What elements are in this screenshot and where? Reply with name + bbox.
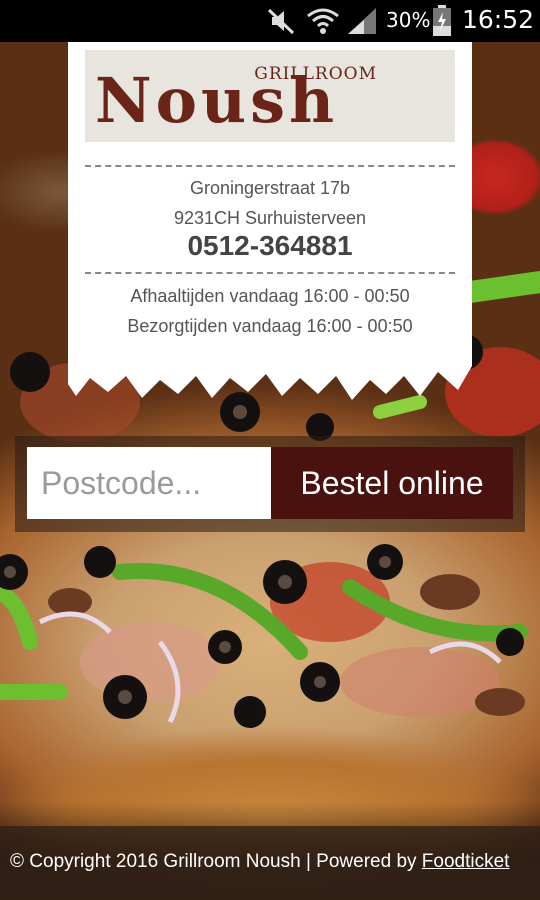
copyright-text: © Copyright 2016 Grillroom Noush | Power… [10, 851, 422, 872]
battery-icon [433, 5, 451, 36]
wifi-icon [307, 8, 339, 34]
divider [85, 165, 455, 167]
postcode-input[interactable] [27, 447, 271, 519]
card-zigzag-edge [68, 350, 472, 400]
restaurant-info-card: GRILLROOM Noush Groningerstraat 17b 9231… [68, 42, 472, 352]
app-screen: 30% 16:52 GRILLROOM Noush Groningerstraa… [0, 0, 540, 900]
battery-percent: 30% [386, 8, 431, 32]
clock: 16:52 [462, 5, 535, 34]
phone-number[interactable]: 0512-364881 [68, 230, 472, 262]
footer-text: © Copyright 2016 Grillroom Noush | Power… [10, 851, 509, 873]
address-street: Groningerstraat 17b [189, 178, 351, 198]
status-bar: 30% 16:52 [0, 0, 540, 42]
order-online-button[interactable]: Bestel online [271, 447, 513, 519]
footer: © Copyright 2016 Grillroom Noush | Power… [0, 826, 540, 900]
foodticket-link[interactable]: Foodticket [422, 851, 510, 872]
address-city: 9231CH Surhuisterveen [173, 208, 367, 228]
logo-title: Noush [95, 64, 339, 137]
signal-icon [348, 8, 376, 34]
restaurant-logo: GRILLROOM Noush [85, 50, 455, 142]
delivery-hours: Bezorgtijden vandaag 16:00 - 00:50 [127, 316, 413, 336]
divider [85, 272, 455, 274]
order-bar: Bestel online [15, 436, 525, 532]
mute-icon [267, 8, 295, 35]
pickup-hours: Afhaaltijden vandaag 16:00 - 00:50 [130, 286, 410, 306]
